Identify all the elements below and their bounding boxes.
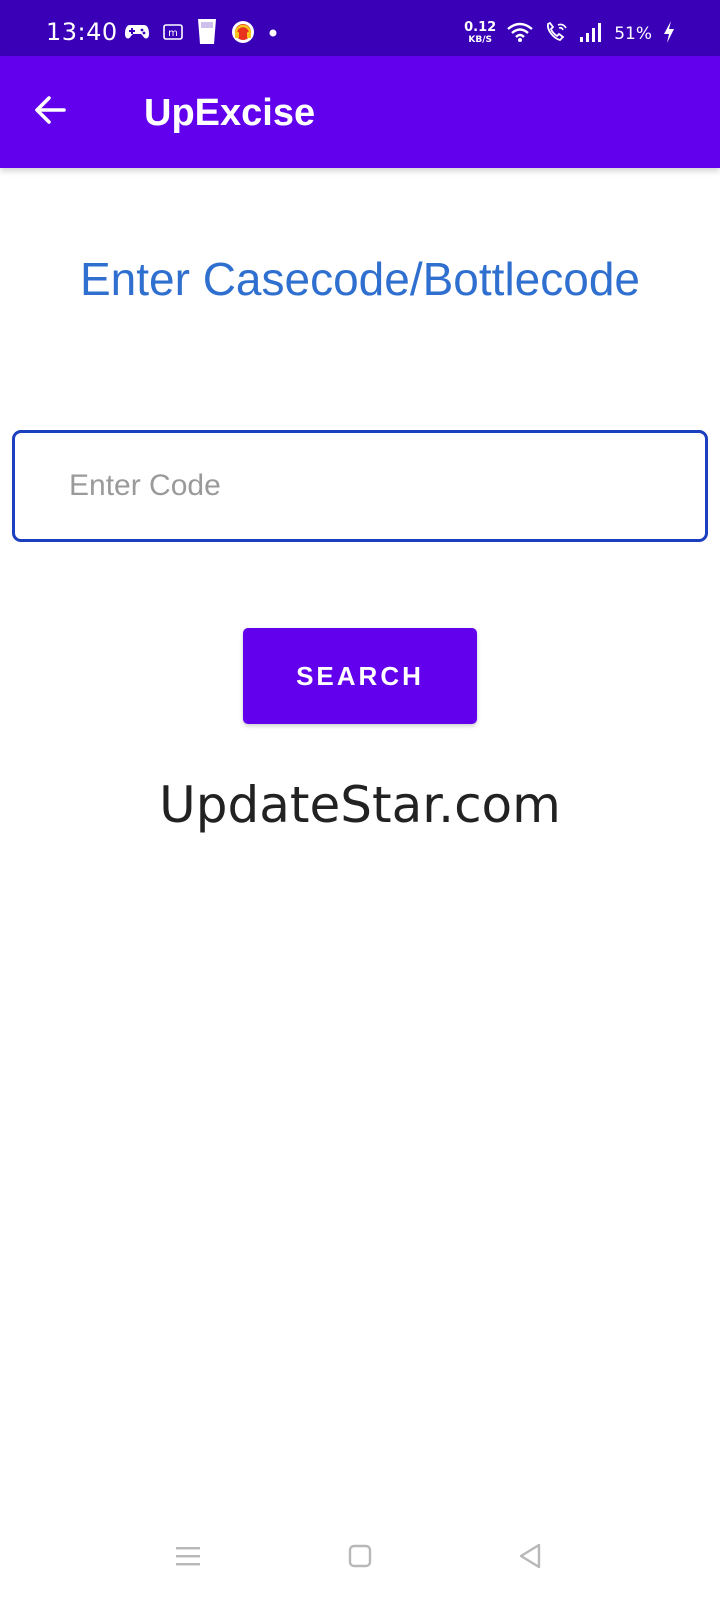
headset-icon: [230, 19, 256, 50]
search-button[interactable]: SEARCH: [243, 628, 477, 724]
m-app-icon: m: [162, 22, 184, 47]
watermark-text: UpdateStar.com: [159, 776, 561, 834]
back-button[interactable]: [24, 86, 76, 138]
app-title: UpExcise: [144, 92, 316, 134]
home-button[interactable]: [338, 1536, 382, 1580]
system-back-button[interactable]: [508, 1536, 552, 1580]
svg-text:m: m: [168, 28, 178, 39]
net-speed-unit: KB/S: [468, 35, 492, 45]
menu-icon: [173, 1543, 203, 1574]
glass-icon: [196, 18, 218, 51]
navigation-bar: [0, 1520, 720, 1600]
wifi-calling-icon: [544, 21, 568, 48]
gamepad-icon: [124, 22, 150, 47]
status-time: 13:40: [46, 18, 118, 46]
app-bar: UpExcise: [0, 56, 720, 168]
home-icon: [345, 1541, 375, 1576]
status-bar: 13:40 m 0.12 KB/S 51%: [0, 0, 720, 56]
system-status-icons: 0.12 KB/S 51%: [464, 20, 676, 48]
back-triangle-icon: [515, 1541, 545, 1576]
code-input[interactable]: [12, 430, 708, 542]
dot-icon: [268, 25, 278, 43]
page-heading: Enter Casecode/Bottlecode: [79, 253, 641, 305]
arrow-left-icon: [32, 92, 68, 133]
signal-icon: [578, 21, 604, 48]
net-speed: 0.12 KB/S: [464, 20, 497, 45]
notification-icons: m: [124, 18, 278, 51]
battery-level: 51%: [614, 24, 652, 44]
recents-button[interactable]: [166, 1536, 210, 1580]
net-speed-value: 0.12: [464, 20, 497, 35]
wifi-icon: [506, 21, 534, 48]
charging-icon: [662, 20, 676, 49]
